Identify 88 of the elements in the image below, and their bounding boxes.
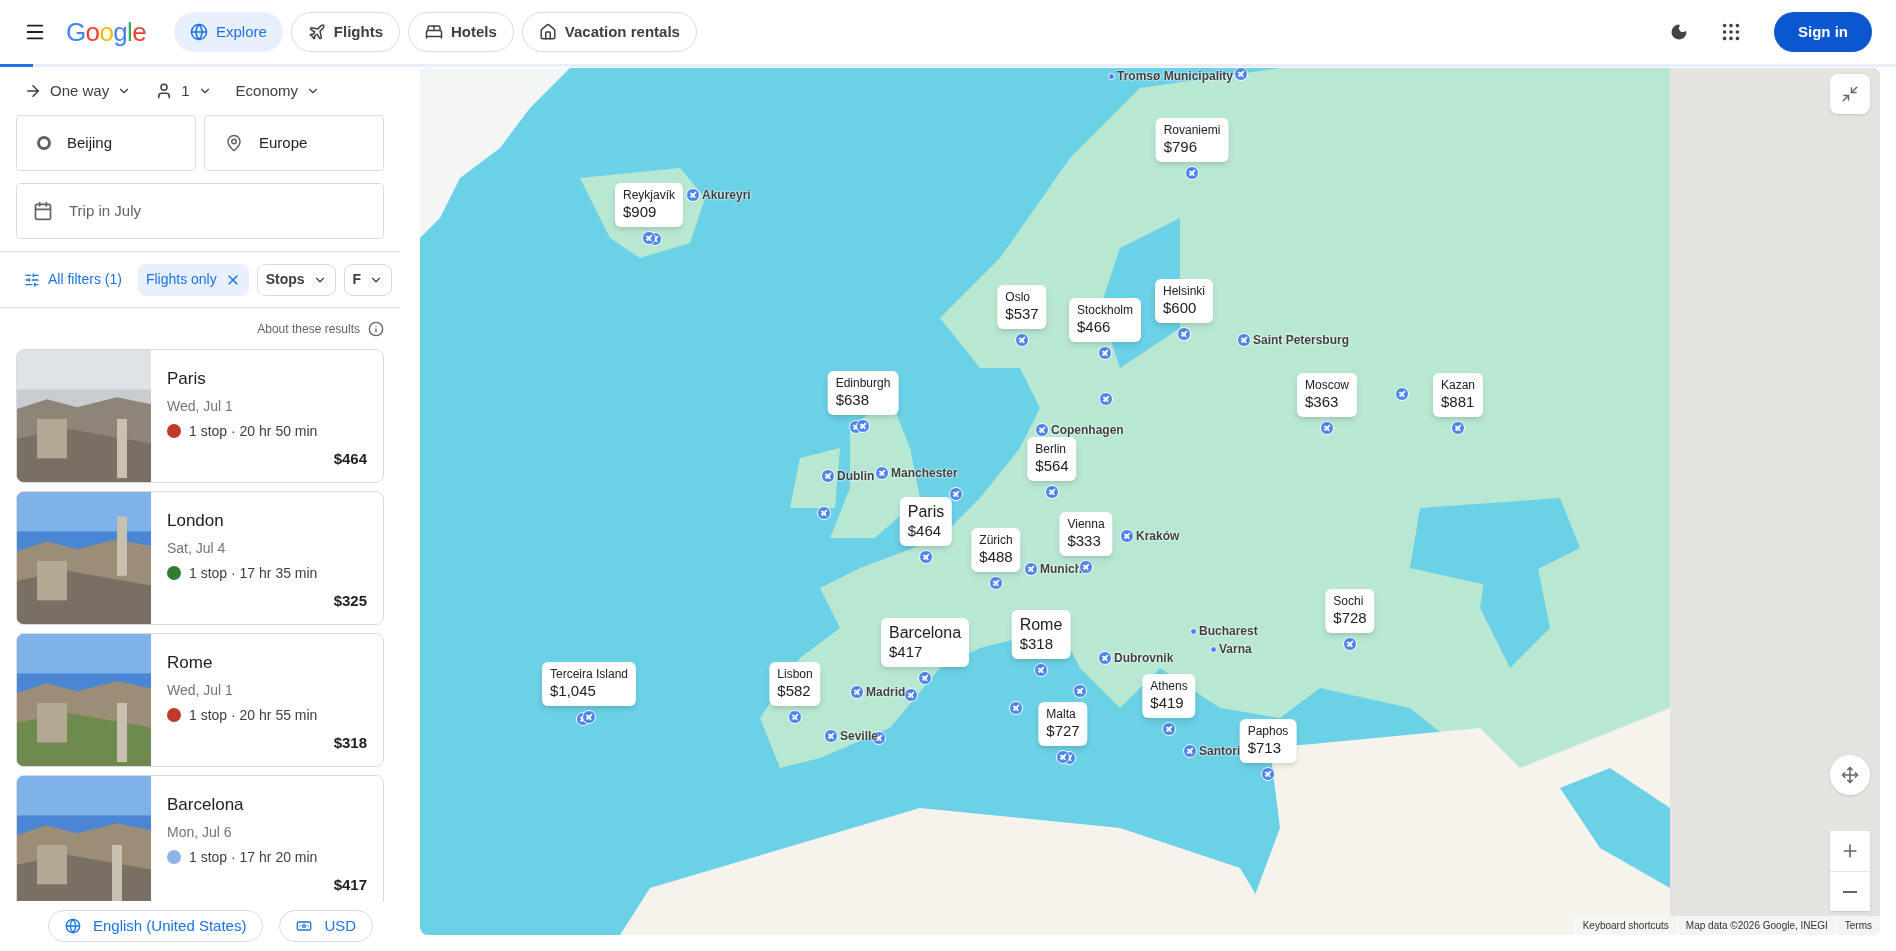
price-marker[interactable]: Paphos $713 bbox=[1239, 719, 1297, 763]
all-filters-button[interactable]: All filters (1) bbox=[24, 269, 122, 290]
flight-details: 1 stop · 20 hr 55 min bbox=[189, 705, 318, 725]
place-label: Santori bbox=[1199, 743, 1241, 760]
price-marker[interactable]: Sochi $728 bbox=[1325, 589, 1375, 633]
price-marker[interactable]: Malta $727 bbox=[1038, 702, 1088, 746]
trip-type-dropdown[interactable]: One way bbox=[24, 79, 132, 103]
place-label: Munich bbox=[1040, 561, 1082, 578]
banknote-icon bbox=[296, 918, 313, 934]
place-label: Dubrovnik bbox=[1114, 650, 1174, 667]
city-name: Rome bbox=[167, 652, 214, 674]
sign-in-button[interactable]: Sign in bbox=[1774, 12, 1872, 52]
map-link[interactable]: Terms bbox=[1835, 916, 1880, 935]
flight-details: 1 stop · 20 hr 50 min bbox=[189, 421, 318, 441]
price-marker[interactable]: Oslo $537 bbox=[997, 285, 1047, 329]
destination-card[interactable]: Barcelona Mon, Jul 6 1 stop · 17 hr 20 min $417 bbox=[16, 775, 384, 901]
place-label: Kraków bbox=[1136, 528, 1180, 545]
globe-search-icon bbox=[189, 23, 208, 41]
destination-card[interactable]: Rome Wed, Jul 1 1 stop · 20 hr 55 min $318 bbox=[16, 633, 384, 767]
flight-details: 1 stop · 17 hr 20 min bbox=[189, 847, 318, 867]
city-name: Barcelona bbox=[167, 794, 245, 816]
exit-fullscreen-button[interactable] bbox=[1830, 74, 1870, 114]
travel-date: Wed, Jul 1 bbox=[167, 680, 234, 700]
price-marker[interactable]: Moscow $363 bbox=[1297, 373, 1357, 417]
price-marker[interactable]: Lisbon $582 bbox=[769, 662, 821, 706]
google-logo[interactable]: Google bbox=[66, 12, 146, 52]
apps-icon[interactable] bbox=[1720, 21, 1742, 43]
about-results-link[interactable]: About these results bbox=[257, 319, 360, 338]
cabin-dropdown[interactable]: Economy bbox=[235, 79, 321, 103]
travel-date: Wed, Jul 1 bbox=[167, 396, 234, 416]
minus-icon bbox=[1843, 890, 1857, 893]
place-label: Manchester bbox=[891, 465, 958, 482]
price: $417 bbox=[333, 874, 367, 895]
house-icon bbox=[538, 23, 557, 41]
price-marker[interactable]: Terceira Island $1,045 bbox=[542, 662, 636, 706]
plane-icon bbox=[307, 23, 326, 41]
price-marker[interactable]: Athens $419 bbox=[1142, 674, 1196, 718]
price-marker[interactable]: Stockholm $466 bbox=[1069, 298, 1141, 342]
price-marker[interactable]: Reykjavík $909 bbox=[615, 183, 683, 227]
globe-icon bbox=[65, 918, 81, 934]
price: $318 bbox=[333, 732, 367, 753]
date-input[interactable]: Trip in July bbox=[69, 199, 367, 223]
price: $464 bbox=[333, 448, 367, 469]
price-marker[interactable]: Paris $464 bbox=[899, 497, 953, 546]
map-link[interactable]: Keyboard shortcuts bbox=[1573, 916, 1677, 935]
filter-chip[interactable]: F bbox=[343, 263, 393, 296]
location-pin-icon bbox=[225, 134, 243, 152]
recenter-icon bbox=[1841, 766, 1859, 784]
place-label: Varna bbox=[1219, 641, 1252, 658]
price-marker[interactable]: Edinburgh $638 bbox=[827, 371, 899, 415]
bed-icon bbox=[425, 23, 443, 41]
place-label: Saint Petersburg bbox=[1253, 332, 1350, 349]
city-name: London bbox=[167, 510, 225, 532]
price-marker[interactable]: Helsinki $600 bbox=[1155, 279, 1213, 323]
place-label: Copenhagen bbox=[1051, 422, 1124, 439]
price-marker[interactable]: Rovaniemi $796 bbox=[1155, 118, 1229, 162]
price-marker[interactable]: Kazan $881 bbox=[1433, 373, 1483, 417]
filters-icon bbox=[24, 271, 40, 288]
price: $325 bbox=[333, 590, 367, 611]
place-label: Dublin bbox=[837, 468, 875, 485]
destination-field[interactable]: Europe bbox=[204, 115, 384, 171]
travel-date: Mon, Jul 6 bbox=[167, 822, 233, 842]
origin-field[interactable]: Beijing bbox=[16, 115, 196, 171]
flight-details: 1 stop · 17 hr 35 min bbox=[189, 563, 318, 583]
date-field[interactable]: Trip in July bbox=[16, 183, 384, 239]
city-name: Paris bbox=[167, 368, 207, 390]
filter-chip[interactable]: Flights only bbox=[137, 263, 249, 296]
nav-tab[interactable]: Explore bbox=[173, 12, 283, 52]
price-marker[interactable]: Barcelona $417 bbox=[881, 618, 969, 667]
info-icon[interactable] bbox=[368, 320, 384, 337]
place-label: Madrid bbox=[866, 684, 906, 701]
place-label: Akureyri bbox=[702, 187, 751, 204]
collapse-icon bbox=[1841, 85, 1859, 103]
price-marker[interactable]: Vienna $333 bbox=[1059, 512, 1113, 556]
arrow-icon bbox=[24, 82, 42, 100]
calendar-icon bbox=[33, 201, 53, 221]
passengers-dropdown[interactable]: 1 bbox=[155, 79, 212, 103]
price-marker[interactable]: Zürich $488 bbox=[971, 528, 1021, 572]
place-label: Tromsø Municipality bbox=[1117, 68, 1233, 85]
price-marker[interactable]: Berlin $564 bbox=[1027, 437, 1077, 481]
map-attribution: Map data ©2026 Google, INEGI bbox=[1676, 916, 1836, 935]
travel-date: Sat, Jul 4 bbox=[167, 538, 227, 558]
place-label: Bucharest bbox=[1199, 623, 1258, 640]
destination-card[interactable]: Paris Wed, Jul 1 1 stop · 20 hr 50 min $464 bbox=[16, 349, 384, 483]
destination-card[interactable]: London Sat, Jul 4 1 stop · 17 hr 35 min $325 bbox=[16, 491, 384, 625]
price-marker[interactable]: Rome $318 bbox=[1011, 610, 1071, 659]
filter-chip[interactable]: Stops bbox=[256, 263, 336, 296]
dark-mode-icon[interactable] bbox=[1670, 23, 1688, 41]
